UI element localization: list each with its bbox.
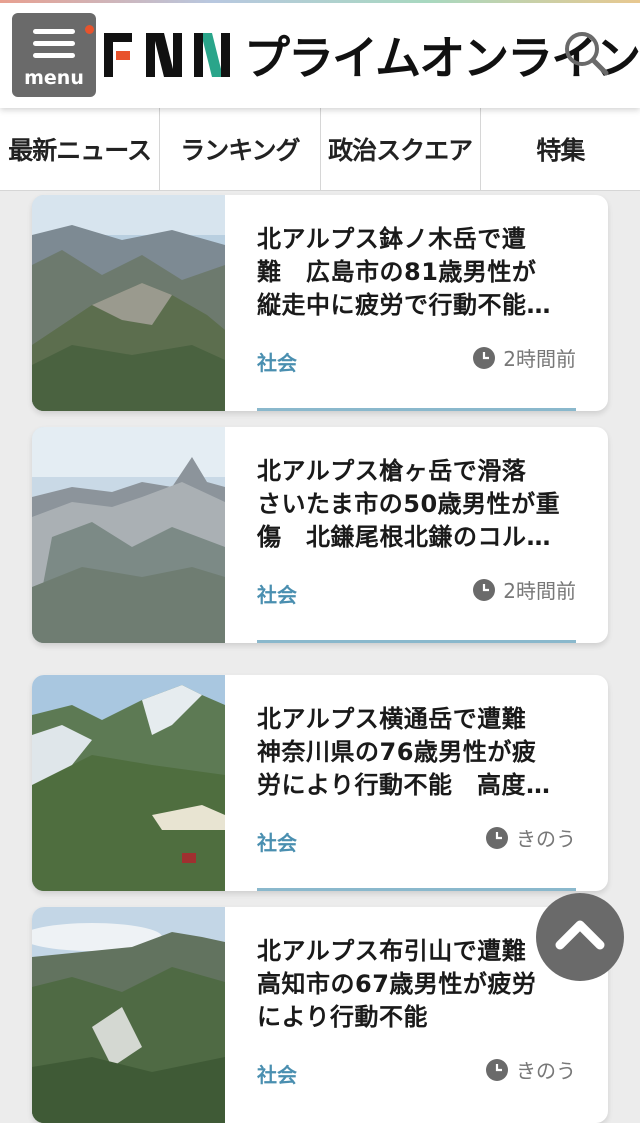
article-time-text: きのう — [516, 1059, 576, 1083]
article-title-line: 難 広島市の81歳男性が — [257, 258, 537, 286]
article-card[interactable]: 北アルプス槍ヶ岳で滑落 さいたま市の50歳男性が重 傷 北鎌尾根北鎌のコル… 社… — [32, 427, 608, 643]
article-title-line: により行動不能 — [257, 1003, 429, 1031]
hamburger-icon-bar — [33, 41, 75, 46]
search-icon[interactable] — [563, 30, 609, 76]
article-card[interactable]: 北アルプス布引山で遭難 高知市の67歳男性が疲労 により行動不能 社会 きのう — [32, 907, 608, 1123]
article-title-line: 北アルプス横通岳で遭難 — [257, 705, 527, 733]
card-divider — [257, 888, 576, 891]
article-category[interactable]: 社会 — [257, 827, 297, 856]
article-title-line: 北アルプス鉢ノ木岳で遭 — [257, 225, 527, 253]
article-thumbnail — [32, 907, 225, 1123]
article-time: 2時間前 — [473, 575, 576, 604]
article-title-line: さいたま市の50歳男性が重 — [257, 490, 561, 518]
hamburger-icon-bar — [33, 53, 75, 58]
chevron-up-icon — [555, 920, 605, 950]
clock-icon — [473, 578, 496, 601]
clock-icon — [486, 826, 508, 849]
menu-label: menu — [24, 67, 84, 89]
tab-features[interactable]: 特集 — [481, 108, 640, 190]
tab-politics-square[interactable]: 政治スクエア — [321, 108, 481, 190]
article-title-line: 神奈川県の76歳男性が疲 — [257, 738, 537, 766]
tab-latest-news[interactable]: 最新ニュース — [0, 108, 161, 190]
article-thumbnail — [32, 195, 225, 411]
article-time-text: きのう — [516, 827, 576, 851]
article-title-line: 労により行動不能 高度… — [257, 771, 551, 799]
clock-icon — [486, 1058, 508, 1081]
article-title-line: 縦走中に疲労で行動不能… — [257, 291, 551, 319]
article-title-line: 北アルプス槍ヶ岳で滑落 — [257, 457, 527, 485]
article-time-text: 2時間前 — [503, 579, 576, 603]
article-card[interactable]: 北アルプス鉢ノ木岳で遭 難 広島市の81歳男性が 縦走中に疲労で行動不能… 社会… — [32, 195, 608, 411]
card-divider — [257, 408, 576, 411]
article-title[interactable]: 北アルプス横通岳で遭難 神奈川県の76歳男性が疲 労により行動不能 高度… — [257, 703, 587, 802]
hamburger-icon — [33, 29, 75, 34]
article-time: きのう — [486, 823, 576, 852]
article-category[interactable]: 社会 — [257, 347, 297, 376]
article-category[interactable]: 社会 — [257, 1059, 297, 1088]
article-title-line: 傷 北鎌尾根北鎌のコル… — [257, 523, 551, 551]
article-category[interactable]: 社会 — [257, 579, 297, 608]
menu-button[interactable]: menu — [12, 13, 96, 97]
article-title[interactable]: 北アルプス鉢ノ木岳で遭 難 広島市の81歳男性が 縦走中に疲労で行動不能… — [257, 223, 587, 322]
article-thumbnail — [32, 675, 225, 891]
tab-ranking[interactable]: ランキング — [160, 108, 321, 190]
article-title[interactable]: 北アルプス槍ヶ岳で滑落 さいたま市の50歳男性が重 傷 北鎌尾根北鎌のコル… — [257, 455, 587, 554]
article-card[interactable]: 北アルプス横通岳で遭難 神奈川県の76歳男性が疲 労により行動不能 高度… 社会… — [32, 675, 608, 891]
scroll-to-top-button[interactable] — [536, 893, 624, 981]
site-logo[interactable]: プライムオンライン — [102, 22, 640, 88]
site-header: menu プライムオンライン — [0, 0, 640, 108]
notification-dot — [85, 25, 94, 34]
article-time: きのう — [486, 1055, 576, 1084]
header-top-strip — [0, 0, 640, 3]
clock-icon — [473, 346, 496, 369]
article-time: 2時間前 — [473, 343, 576, 372]
article-time-text: 2時間前 — [503, 347, 576, 371]
fnn-logo-mark — [104, 33, 230, 77]
card-divider — [257, 640, 576, 643]
article-thumbnail — [32, 427, 225, 643]
category-tabs: 最新ニュース ランキング 政治スクエア 特集 — [0, 108, 640, 191]
